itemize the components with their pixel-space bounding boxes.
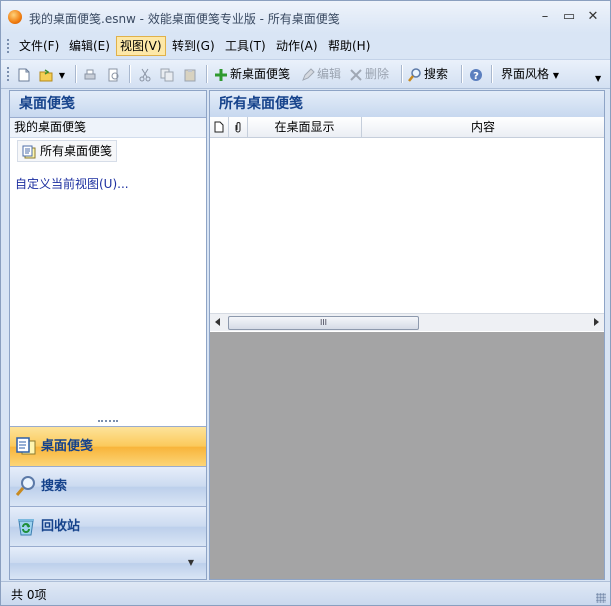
chevron-down-icon: ▼ xyxy=(552,71,559,80)
edit-note-button[interactable]: 编辑 xyxy=(301,65,341,83)
folder-my-notes[interactable]: 我的桌面便笺 xyxy=(10,118,206,138)
menu-help[interactable]: 帮助(H) xyxy=(325,37,373,55)
menu-bar: 文件(F) 编辑(E) 视图(V) 转到(G) 工具(T) 动作(A) 帮助(H… xyxy=(1,33,610,60)
new-note-label: 新桌面便笺 xyxy=(230,67,291,81)
toolbar-grip xyxy=(7,67,11,81)
cut-button[interactable] xyxy=(138,65,154,83)
nav-button-notes[interactable]: 桌面便笺 xyxy=(10,426,206,466)
edit-label: 编辑 xyxy=(317,67,342,81)
print-button[interactable] xyxy=(83,65,99,83)
toolbar-separator xyxy=(129,65,131,83)
printer-icon xyxy=(84,69,96,79)
horizontal-scrollbar[interactable]: III xyxy=(210,313,604,331)
item-count: 共 0项 xyxy=(11,588,47,602)
menu-actions[interactable]: 动作(A) xyxy=(273,37,321,55)
nav-search-label: 搜索 xyxy=(41,479,68,494)
nav-button-search[interactable]: 搜索 xyxy=(10,466,206,506)
new-document-icon xyxy=(18,68,30,81)
theme-dropdown[interactable]: 界面风格 ▼ xyxy=(501,65,559,83)
toolbar-separator xyxy=(461,65,463,83)
search-icon xyxy=(408,67,421,82)
open-folder-icon xyxy=(39,68,53,81)
column-header-attachment[interactable] xyxy=(229,117,248,137)
nav-pane-title: 桌面便笺 xyxy=(10,91,206,118)
search-button[interactable]: 搜索 xyxy=(408,65,448,83)
help-button[interactable]: ? xyxy=(469,65,485,83)
svg-text:?: ? xyxy=(473,71,479,82)
toolbar-separator xyxy=(206,65,208,83)
delete-note-button[interactable]: 删除 xyxy=(349,65,389,83)
copy-button[interactable] xyxy=(160,65,176,83)
menu-tools[interactable]: 工具(T) xyxy=(222,37,269,55)
search-label: 搜索 xyxy=(424,67,449,81)
title-bar: 我的桌面便笺.esnw - 效能桌面便笺专业版 - 所有桌面便笺 – ▭ ✕ xyxy=(1,1,610,33)
all-notes-label: 所有桌面便笺 xyxy=(40,144,113,158)
column-header-type[interactable] xyxy=(210,117,229,137)
column-header-show-on-desktop[interactable]: 在桌面显示 xyxy=(248,117,362,137)
menu-file[interactable]: 文件(F) xyxy=(16,37,62,55)
nav-notes-label: 桌面便笺 xyxy=(41,439,94,454)
delete-label: 删除 xyxy=(365,67,390,81)
notes-icon xyxy=(16,437,36,455)
app-window: 我的桌面便笺.esnw - 效能桌面便笺专业版 - 所有桌面便笺 – ▭ ✕ 文… xyxy=(0,0,611,606)
nav-overflow-bar[interactable]: ▼ xyxy=(10,546,206,579)
chevron-down-icon: ▼ xyxy=(187,558,194,567)
window-title: 我的桌面便笺.esnw - 效能桌面便笺专业版 - 所有桌面便笺 xyxy=(29,12,340,26)
new-note-button[interactable]: 新桌面便笺 xyxy=(214,65,290,83)
customize-view-link[interactable]: 自定义当前视图(U)... xyxy=(15,175,129,192)
list-pane-title: 所有桌面便笺 xyxy=(210,91,604,118)
toolbar: ▼ 新桌面便笺 编辑 删除 搜索 ? 界面风格 ▼ ▼ xyxy=(1,60,610,89)
toolbar-overflow-icon[interactable]: ▼ xyxy=(595,70,601,88)
toolbar-separator xyxy=(75,65,77,83)
theme-label: 界面风格 xyxy=(501,67,550,81)
search-icon xyxy=(16,476,35,496)
paste-icon xyxy=(184,68,196,81)
scroll-left-icon[interactable] xyxy=(215,318,220,326)
paperclip-icon xyxy=(235,122,241,133)
toolbar-separator xyxy=(401,65,403,83)
scroll-right-icon[interactable] xyxy=(594,318,599,326)
notes-list-pane: 所有桌面便笺 在桌面显示 内容 III xyxy=(209,90,605,580)
close-button[interactable]: ✕ xyxy=(582,7,604,27)
new-document-button[interactable] xyxy=(17,65,33,83)
minimize-button[interactable]: – xyxy=(534,7,556,27)
nav-button-recycle-bin[interactable]: 回收站 xyxy=(10,506,206,546)
navigation-pane: 桌面便笺 我的桌面便笺 所有桌面便笺 自定义当前视图(U)... 桌面便笺 搜索… xyxy=(9,90,207,580)
print-preview-icon xyxy=(108,68,119,81)
recycle-bin-icon xyxy=(18,519,34,536)
help-icon: ? xyxy=(470,68,482,82)
nav-recycle-label: 回收站 xyxy=(41,519,81,534)
document-icon xyxy=(214,121,224,133)
pencil-icon xyxy=(302,67,315,81)
scissors-icon xyxy=(139,68,151,81)
folder-all-notes[interactable]: 所有桌面便笺 xyxy=(17,140,118,162)
app-icon xyxy=(8,10,22,24)
paste-button[interactable] xyxy=(183,65,199,83)
resize-grip-icon[interactable] xyxy=(596,593,606,603)
menu-view[interactable]: 视图(V) xyxy=(116,36,166,56)
toolbar-separator xyxy=(491,65,493,83)
open-folder-button[interactable]: ▼ xyxy=(39,65,65,83)
grid-header: 在桌面显示 内容 xyxy=(210,117,604,138)
menu-goto[interactable]: 转到(G) xyxy=(169,37,218,55)
notes-icon xyxy=(22,145,36,158)
status-bar: 共 0项 xyxy=(1,581,610,605)
plus-icon xyxy=(215,68,227,81)
menubar-grip xyxy=(7,39,11,53)
menu-edit[interactable]: 编辑(E) xyxy=(66,37,113,55)
reading-pane xyxy=(210,332,604,579)
delete-x-icon xyxy=(350,68,362,81)
copy-icon xyxy=(160,68,174,81)
maximize-button[interactable]: ▭ xyxy=(558,7,580,27)
print-preview-button[interactable] xyxy=(107,65,123,83)
column-header-content[interactable]: 内容 xyxy=(362,117,604,137)
scrollbar-thumb[interactable]: III xyxy=(228,316,419,330)
